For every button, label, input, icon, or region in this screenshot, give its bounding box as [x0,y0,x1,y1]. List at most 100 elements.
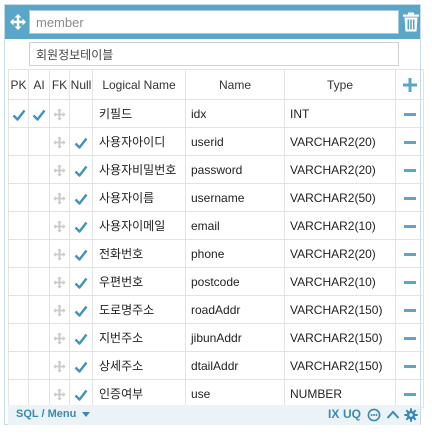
logical-name-cell[interactable]: 사용자아이디 [92,127,186,156]
pk-checkbox[interactable] [8,211,29,240]
ai-checkbox[interactable] [28,267,50,296]
null-checkbox[interactable] [69,183,93,212]
minus-icon[interactable] [403,141,416,144]
minus-icon[interactable] [403,225,416,228]
pk-checkbox[interactable] [8,155,29,184]
column-name-cell[interactable]: dtailAddr [185,351,285,380]
minus-icon[interactable] [403,365,416,368]
logical-name-cell[interactable]: 키필드 [92,99,186,128]
fk-cell [49,183,70,212]
logical-name-cell[interactable]: 인증여부 [92,379,186,408]
fk-move-icon [53,164,66,177]
column-name-cell[interactable]: phone [185,239,285,268]
pk-checkbox[interactable] [8,99,29,128]
column-type-cell[interactable]: VARCHAR2(20) [284,127,396,156]
minus-icon[interactable] [403,309,416,312]
check-icon [74,389,88,401]
ai-checkbox[interactable] [28,323,50,352]
column-type-cell[interactable]: INT [284,99,396,128]
logical-name-cell[interactable]: 전화번호 [92,239,186,268]
pk-checkbox[interactable] [8,379,29,408]
fk-move-icon [53,192,66,205]
trash-icon[interactable] [402,12,420,32]
column-name-cell[interactable]: use [185,379,285,408]
null-checkbox[interactable] [69,295,93,324]
table-name-input[interactable] [29,10,399,34]
null-checkbox[interactable] [69,323,93,352]
logical-name-cell[interactable]: 사용자이메일 [92,211,186,240]
ai-checkbox[interactable] [28,239,50,268]
column-type-cell[interactable]: VARCHAR2(20) [284,155,396,184]
column-type-cell[interactable]: VARCHAR2(20) [284,239,396,268]
logical-name-cell[interactable]: 사용자이름 [92,183,186,212]
table-comment-input[interactable] [29,42,399,66]
null-checkbox[interactable] [69,379,93,408]
plus-icon[interactable] [402,77,417,92]
column-type-cell[interactable]: VARCHAR2(10) [284,267,396,296]
ai-checkbox[interactable] [28,351,50,380]
fk-move-icon [53,304,66,317]
minus-icon[interactable] [403,169,416,172]
column-type-cell[interactable]: NUMBER [284,379,396,408]
chevron-up-icon[interactable] [386,408,400,422]
logical-name-cell[interactable]: 도로명주소 [92,295,186,324]
ai-checkbox[interactable] [28,295,50,324]
logical-name-cell[interactable]: 사용자비밀번호 [92,155,186,184]
logical-name-cell[interactable]: 우편번호 [92,267,186,296]
null-checkbox[interactable] [69,127,93,156]
remove-column-cell [395,239,424,268]
ai-checkbox[interactable] [28,155,50,184]
null-checkbox[interactable] [69,351,93,380]
null-checkbox[interactable] [69,99,93,128]
column-type-cell[interactable]: VARCHAR2(10) [284,211,396,240]
check-icon [74,305,88,317]
gear-icon[interactable] [404,408,418,422]
pk-checkbox[interactable] [8,295,29,324]
ai-checkbox[interactable] [28,379,50,408]
fk-cell [49,267,70,296]
column-type-cell[interactable]: VARCHAR2(150) [284,323,396,352]
pk-checkbox[interactable] [8,267,29,296]
minus-icon[interactable] [403,393,416,396]
column-name-cell[interactable]: username [185,183,285,212]
column-name-cell[interactable]: postcode [185,267,285,296]
pk-checkbox[interactable] [8,127,29,156]
ai-checkbox[interactable] [28,127,50,156]
column-type-cell[interactable]: VARCHAR2(150) [284,351,396,380]
minus-icon[interactable] [403,337,416,340]
column-type-cell[interactable]: VARCHAR2(150) [284,295,396,324]
column-name-cell[interactable]: roadAddr [185,295,285,324]
column-name-cell[interactable]: userid [185,127,285,156]
sql-menu-dropdown[interactable]: SQL / Menu [16,408,91,422]
pk-checkbox[interactable] [8,183,29,212]
logical-name-cell[interactable]: 지번주소 [92,323,186,352]
null-checkbox[interactable] [69,239,93,268]
null-checkbox[interactable] [69,267,93,296]
null-checkbox[interactable] [69,211,93,240]
remove-column-cell [395,99,424,128]
pk-checkbox[interactable] [8,239,29,268]
minus-icon[interactable] [403,281,416,284]
ai-checkbox[interactable] [28,99,50,128]
column-name-cell[interactable]: jibunAddr [185,323,285,352]
unique-button[interactable]: UQ [343,407,361,421]
null-checkbox[interactable] [69,155,93,184]
comment-icon[interactable] [367,408,381,422]
pk-checkbox[interactable] [8,323,29,352]
remove-column-cell [395,323,424,352]
minus-icon[interactable] [403,113,416,116]
caret-down-icon [82,411,91,417]
minus-icon[interactable] [403,197,416,200]
move-arrows-icon[interactable] [9,13,27,31]
logical-name-cell[interactable]: 상세주소 [92,351,186,380]
ai-checkbox[interactable] [28,211,50,240]
pk-checkbox[interactable] [8,351,29,380]
column-type-cell[interactable]: VARCHAR2(50) [284,183,396,212]
minus-icon[interactable] [403,253,416,256]
ai-checkbox[interactable] [28,183,50,212]
column-name-cell[interactable]: email [185,211,285,240]
column-name-cell[interactable]: idx [185,99,285,128]
column-name-cell[interactable]: password [185,155,285,184]
index-button[interactable]: IX [328,407,339,421]
header-ai: AI [28,69,50,100]
